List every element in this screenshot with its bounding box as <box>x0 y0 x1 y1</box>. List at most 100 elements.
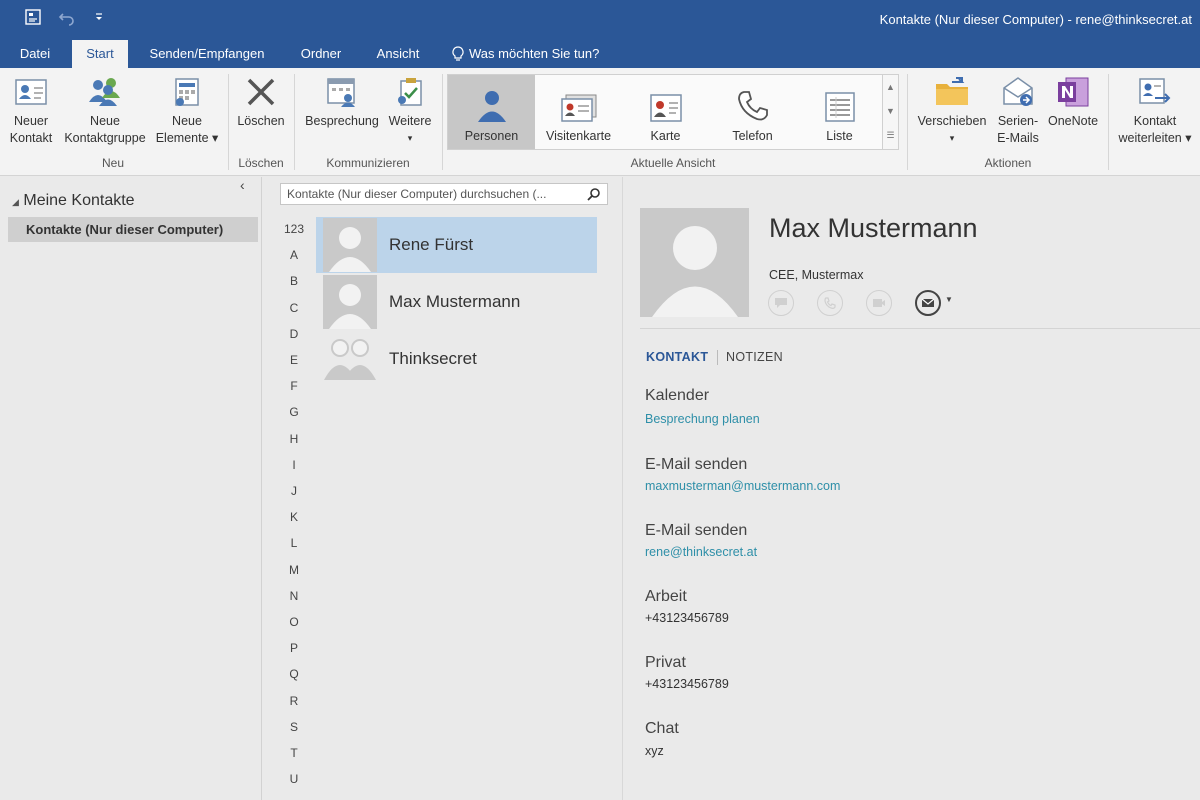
index-letter[interactable]: M <box>273 563 315 577</box>
tab-kontakt[interactable]: KONTAKT <box>646 350 708 364</box>
forward-contact-icon <box>1112 74 1198 110</box>
ribbon-separator <box>907 74 908 170</box>
email-link-1[interactable]: maxmusterman@mustermann.com <box>645 479 840 493</box>
mail-merge-button[interactable]: Serien- E-Mails <box>994 74 1042 147</box>
delete-label: Löschen <box>237 114 285 128</box>
tab-ansicht[interactable]: Ansicht <box>362 40 434 68</box>
index-letter[interactable]: F <box>273 379 315 393</box>
section-label-calendar: Kalender <box>645 387 710 404</box>
undo-icon[interactable] <box>56 6 78 28</box>
tab-start[interactable]: Start <box>72 40 128 68</box>
view-karte[interactable]: Karte <box>622 75 709 149</box>
contact-name: Thinksecret <box>389 349 477 368</box>
move-button[interactable]: Verschieben ▾ <box>912 74 992 147</box>
view-icon[interactable] <box>22 6 44 28</box>
email-link-2[interactable]: rene@thinksecret.at <box>645 545 757 559</box>
tab-senden-empfangen[interactable]: Senden/Empfangen <box>136 40 278 68</box>
tell-me-box[interactable]: Was möchten Sie tun? <box>452 40 622 68</box>
group-label-aktionen: Aktionen <box>984 156 1032 170</box>
forward-contact-button[interactable]: Kontakt weiterleiten ▾ <box>1112 74 1198 147</box>
delete-icon <box>232 74 290 110</box>
view-personen[interactable]: Personen <box>448 75 535 149</box>
onenote-icon <box>1042 74 1104 110</box>
index-letter[interactable]: A <box>273 248 315 262</box>
phone-call-icon <box>824 297 836 309</box>
chat-button[interactable] <box>768 290 794 316</box>
index-letter[interactable]: 123 <box>273 222 315 236</box>
nav-folder-contacts[interactable]: Kontakte (Nur dieser Computer) <box>8 217 258 242</box>
index-letter[interactable]: C <box>273 301 315 315</box>
index-letter[interactable]: D <box>273 327 315 341</box>
view-telefon[interactable]: Telefon <box>709 75 796 149</box>
tab-datei[interactable]: Datei <box>0 40 70 68</box>
chat-icon <box>774 297 788 309</box>
section-label-email-1: E-Mail senden <box>645 456 748 473</box>
gallery-down-icon[interactable]: ▼ <box>883 99 898 123</box>
new-contact-label-1: Neuer <box>13 114 49 128</box>
gallery-more-icon[interactable]: ☰ <box>883 123 898 147</box>
contact-list-item[interactable]: Rene Fürst <box>316 217 597 273</box>
index-letter[interactable]: U <box>273 772 315 786</box>
index-letter[interactable]: L <box>273 536 315 550</box>
group-label-aktuelle-ansicht: Aktuelle Ansicht <box>630 156 716 170</box>
contact-details-pane: Max Mustermann CEE, Mustermax ▼ KONTAKT … <box>624 177 1200 800</box>
index-letter[interactable]: R <box>273 694 315 708</box>
expand-triangle-icon[interactable]: ◢ <box>12 197 19 207</box>
mail-merge-label-1: Serien- <box>997 114 1039 128</box>
search-icon[interactable] <box>587 187 601 201</box>
new-contact-group-button[interactable]: Neue Kontaktgruppe <box>58 74 152 147</box>
chat-address[interactable]: xyz <box>645 744 664 758</box>
gallery-up-icon[interactable]: ▲ <box>883 75 898 99</box>
contact-list-item[interactable]: Thinksecret <box>316 331 597 387</box>
index-letter[interactable]: P <box>273 641 315 655</box>
new-contact-button[interactable]: Neuer Kontakt <box>4 74 58 147</box>
gallery-scrollbar[interactable]: ▲ ▼ ☰ <box>882 75 898 149</box>
schedule-meeting-link[interactable]: Besprechung planen <box>645 412 760 426</box>
onenote-button[interactable]: OneNote <box>1042 74 1104 130</box>
call-button[interactable] <box>817 290 843 316</box>
video-button[interactable] <box>866 290 892 316</box>
chevron-down-icon[interactable]: ▼ <box>945 295 953 304</box>
email-button[interactable] <box>915 290 941 316</box>
move-label-2: ▾ <box>949 133 955 143</box>
view-liste[interactable]: Liste <box>796 75 883 149</box>
contact-list-item[interactable]: Max Mustermann <box>316 274 597 330</box>
private-phone[interactable]: +43123456789 <box>645 677 729 691</box>
index-letter[interactable]: I <box>273 458 315 472</box>
current-view-gallery: Personen Visitenkarte Karte Telefon List… <box>447 74 899 150</box>
mail-merge-label-2: E-Mails <box>997 131 1039 145</box>
index-letter[interactable]: G <box>273 405 315 419</box>
index-letter[interactable]: O <box>273 615 315 629</box>
person-icon <box>448 81 535 123</box>
index-letter[interactable]: H <box>273 432 315 446</box>
work-phone[interactable]: +43123456789 <box>645 611 729 625</box>
business-card-icon <box>535 81 622 123</box>
index-letter[interactable]: T <box>273 746 315 760</box>
new-items-button[interactable]: Neue Elemente ▾ <box>152 74 222 147</box>
collapse-pane-icon[interactable]: ‹ <box>240 177 245 193</box>
contact-photo[interactable] <box>640 208 749 317</box>
forward-contact-label-1: Kontakt <box>1133 114 1177 128</box>
navigation-pane: ‹ ◢ Meine Kontakte Kontakte (Nur dieser … <box>0 177 262 800</box>
nav-group-header[interactable]: ◢ Meine Kontakte <box>12 192 135 210</box>
more-label-2: ▾ <box>407 133 413 143</box>
search-input[interactable]: Kontakte (Nur dieser Computer) durchsuch… <box>280 183 608 205</box>
delete-button[interactable]: Löschen <box>232 74 290 130</box>
view-visitenkarte[interactable]: Visitenkarte <box>535 75 622 149</box>
index-letter[interactable]: K <box>273 510 315 524</box>
group-label-neu: Neu <box>101 156 124 170</box>
meeting-button[interactable]: Besprechung <box>300 74 384 130</box>
index-letter[interactable]: Q <box>273 667 315 681</box>
index-letter[interactable]: E <box>273 353 315 367</box>
index-letter[interactable]: B <box>273 274 315 288</box>
section-label-email-2: E-Mail senden <box>645 522 748 539</box>
new-contact-group-label-1: Neue <box>90 114 120 128</box>
more-button[interactable]: Weitere ▾ <box>384 74 436 147</box>
tab-notizen[interactable]: NOTIZEN <box>726 350 783 364</box>
index-letter[interactable]: J <box>273 484 315 498</box>
index-letter[interactable]: N <box>273 589 315 603</box>
customize-icon[interactable] <box>88 6 110 28</box>
index-letter[interactable]: S <box>273 720 315 734</box>
tab-ordner[interactable]: Ordner <box>286 40 356 68</box>
tell-me-text: Was möchten Sie tun? <box>469 46 600 61</box>
